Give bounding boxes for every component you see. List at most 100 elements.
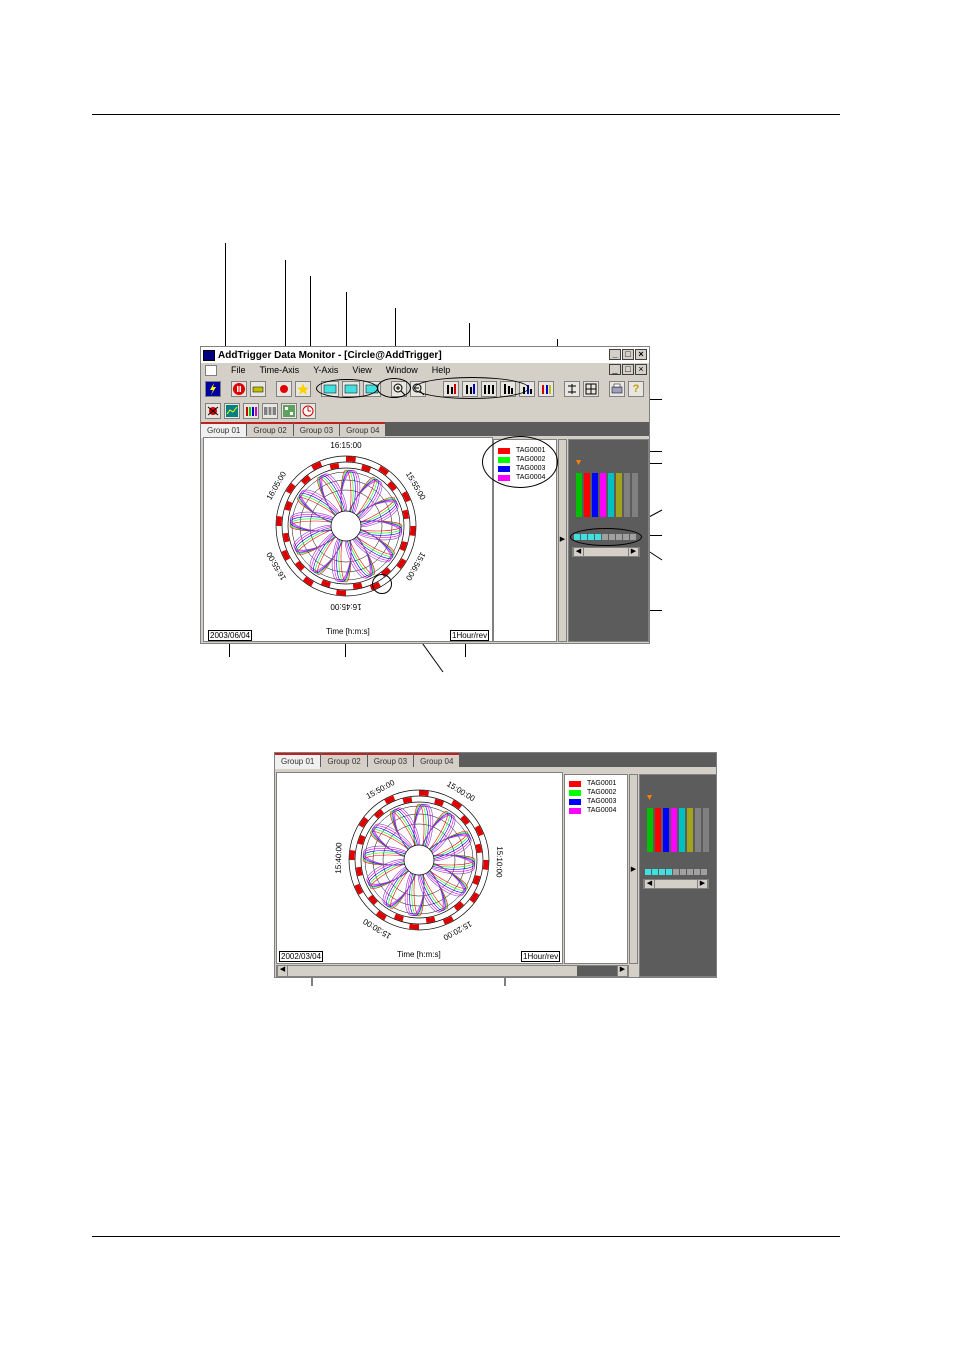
ring-segment [425, 916, 436, 924]
maximize-button[interactable]: □ [622, 349, 634, 360]
menu-help[interactable]: Help [432, 365, 451, 375]
legend-item[interactable]: TAG0004 [565, 806, 627, 815]
time-tick-label: 16:15:00 [330, 441, 362, 450]
overview-icon[interactable] [281, 403, 297, 419]
ring-segment [336, 589, 347, 596]
ring-segment [329, 462, 340, 470]
side-bar-panel: ◀ ▶ [639, 774, 716, 977]
bug-icon[interactable] [205, 403, 221, 419]
menu-y-axis[interactable]: Y-Axis [313, 365, 338, 375]
bargraph-icon[interactable] [243, 403, 259, 419]
ring-segment [357, 834, 366, 845]
ring-segment [402, 796, 413, 804]
time-tick-label: 16:45:00 [330, 602, 362, 611]
legend-item[interactable]: TAG0001 [565, 779, 627, 788]
legend-item[interactable]: TAG0003 [565, 797, 627, 806]
ring-segment [409, 923, 420, 930]
rate-label: 1Hour/rev [521, 951, 561, 962]
fit-icon[interactable] [564, 381, 580, 397]
time-tick-label: 15:40:00 [334, 842, 344, 874]
ring-segment [352, 582, 363, 590]
circle-chart-area[interactable]: 15:50:00 15:00:00 15:10:00 15:20:00 15:30:00… [276, 772, 563, 964]
cyan-indicator [687, 869, 693, 875]
ring-segment [393, 913, 404, 922]
menu-window[interactable]: Window [386, 365, 418, 375]
menu-view[interactable]: View [352, 365, 371, 375]
digital-icon[interactable] [262, 403, 278, 419]
time-scrollbar[interactable]: ◀ ▶ [276, 965, 629, 977]
stop-icon[interactable] [231, 381, 247, 397]
side-scrollbar[interactable]: ◀ ▶ [643, 879, 709, 889]
trend-icon[interactable] [224, 403, 240, 419]
scroll-left-icon[interactable]: ◀ [644, 880, 655, 888]
mdi-close-button[interactable]: × [635, 364, 647, 375]
bargraph [645, 795, 709, 875]
menu-file[interactable]: File [231, 365, 246, 375]
side-scrollbar[interactable]: ◀ ▶ [572, 547, 640, 557]
group-tabs: Group 01 Group 02 Group 03 Group 04 [275, 753, 716, 769]
time-tick-label: 16:05:00 [265, 470, 289, 502]
print-icon[interactable] [609, 381, 625, 397]
scroll-right-icon[interactable]: ▶ [617, 966, 628, 976]
ring-segment [402, 509, 410, 520]
title-bar[interactable]: AddTrigger Data Monitor - [Circle@AddTri… [201, 347, 649, 363]
scroll-right-icon[interactable]: ▶ [697, 880, 708, 888]
tag-bar [703, 808, 709, 852]
legend-panel: TAG0001 TAG0002 TAG0003 TAG0004 [564, 774, 628, 964]
tab-group-04[interactable]: Group 04 [340, 422, 386, 438]
bar-view-6-icon[interactable] [538, 381, 554, 397]
scroll-left-icon[interactable]: ◀ [573, 548, 584, 556]
ring-segment [282, 532, 290, 543]
tag-bar [584, 473, 590, 517]
highlight-oval [316, 379, 378, 398]
tab-group-03[interactable]: Group 03 [367, 753, 414, 769]
legend-swatch [569, 807, 581, 814]
scroll-right-icon[interactable]: ▶ [628, 548, 639, 556]
date-label: 2002/03/04 [279, 951, 324, 962]
star-icon[interactable] [295, 381, 311, 397]
tab-group-02[interactable]: Group 02 [247, 422, 293, 438]
ring-segment [418, 790, 429, 797]
tab-group-03[interactable]: Group 03 [293, 422, 340, 438]
app-window-expanded: Group 01 Group 02 Group 03 Group 04 15:5… [274, 752, 717, 978]
legend-label: TAG0004 [587, 807, 617, 814]
ring-segment [475, 843, 483, 854]
tab-group-01[interactable]: Group 01 [275, 753, 321, 769]
mdi-restore-button[interactable]: □ [622, 364, 634, 375]
tab-group-01[interactable]: Group 01 [201, 422, 247, 438]
tag-bar [663, 808, 669, 852]
time-axis-label: Time [h:m:s] [326, 627, 370, 636]
help-icon[interactable]: ? [628, 381, 644, 397]
step-icon[interactable] [250, 381, 266, 397]
ring-segment [284, 500, 293, 511]
ring-segment [409, 525, 416, 536]
ring-segment [349, 850, 356, 861]
cyan-indicator [652, 869, 658, 875]
circle-chart-area[interactable]: 16:15:00 15:55:00 15:56:00 16:45:00 16:55:00… [203, 437, 493, 642]
clock-icon[interactable] [300, 403, 316, 419]
tab-group-02[interactable]: Group 02 [321, 753, 367, 769]
close-button[interactable]: × [635, 349, 647, 360]
mdi-minimize-button[interactable]: _ [609, 364, 621, 375]
scroll-thumb[interactable] [577, 966, 617, 976]
trigger-icon[interactable] [205, 381, 221, 397]
record-icon[interactable] [276, 381, 292, 397]
tab-group-04[interactable]: Group 04 [414, 753, 460, 769]
panel-collapse-toggle[interactable]: ▶ [629, 774, 638, 964]
cyan-indicator [680, 869, 686, 875]
document-icon[interactable] [205, 364, 217, 376]
grid-icon[interactable] [583, 381, 599, 397]
time-tick-label: 15:10:00 [494, 846, 504, 878]
legend-item[interactable]: TAG0002 [565, 788, 627, 797]
minimize-button[interactable]: _ [609, 349, 621, 360]
group-tabs: Group 01 Group 02 Group 03 Group 04 [201, 422, 649, 438]
ring-segment [320, 579, 331, 588]
toolbar-separator [557, 381, 561, 397]
cyan-indicator [645, 869, 651, 875]
menu-time-axis[interactable]: Time-Axis [260, 365, 300, 375]
ring-segment [399, 541, 408, 552]
scroll-left-icon[interactable]: ◀ [277, 966, 288, 976]
center-hub [403, 844, 435, 876]
toolbar-separator [269, 381, 273, 397]
panel-collapse-toggle[interactable]: ▶ [558, 439, 567, 642]
